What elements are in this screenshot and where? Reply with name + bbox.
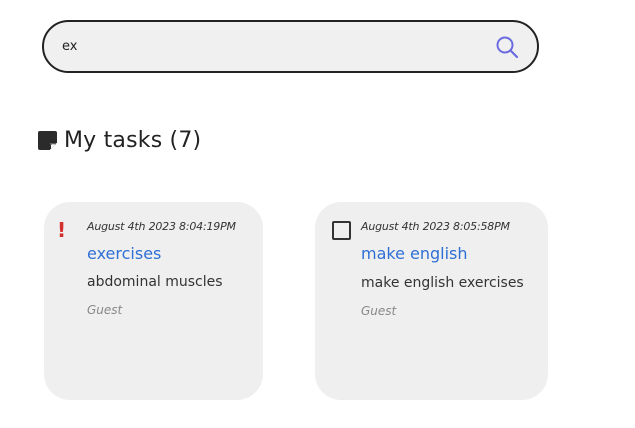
sticky-note-icon xyxy=(38,130,57,150)
task-description: abdominal muscles xyxy=(87,274,223,290)
task-card[interactable]: August 4th 2023 8:05:58PM make english m… xyxy=(315,202,548,400)
task-description: make english exercises xyxy=(361,275,524,291)
task-author: Guest xyxy=(87,303,123,317)
task-date: August 4th 2023 8:04:19PM xyxy=(87,220,236,233)
task-title-link[interactable]: make english xyxy=(361,244,468,263)
tasks-heading: My tasks (7) xyxy=(37,124,201,156)
search-icon[interactable] xyxy=(495,35,519,59)
search-bar xyxy=(42,20,539,73)
task-checkbox[interactable] xyxy=(332,221,351,240)
search-input[interactable] xyxy=(62,22,482,71)
task-date: August 4th 2023 8:05:58PM xyxy=(361,220,510,233)
task-author: Guest xyxy=(361,304,397,318)
task-title-link[interactable]: exercises xyxy=(87,244,161,263)
page: My tasks (7) ! August 4th 2023 8:04:19PM… xyxy=(0,0,635,428)
page-title: My tasks (7) xyxy=(64,127,202,153)
task-card[interactable]: ! August 4th 2023 8:04:19PM exercises ab… xyxy=(44,202,263,400)
exclamation-icon: ! xyxy=(57,218,67,242)
